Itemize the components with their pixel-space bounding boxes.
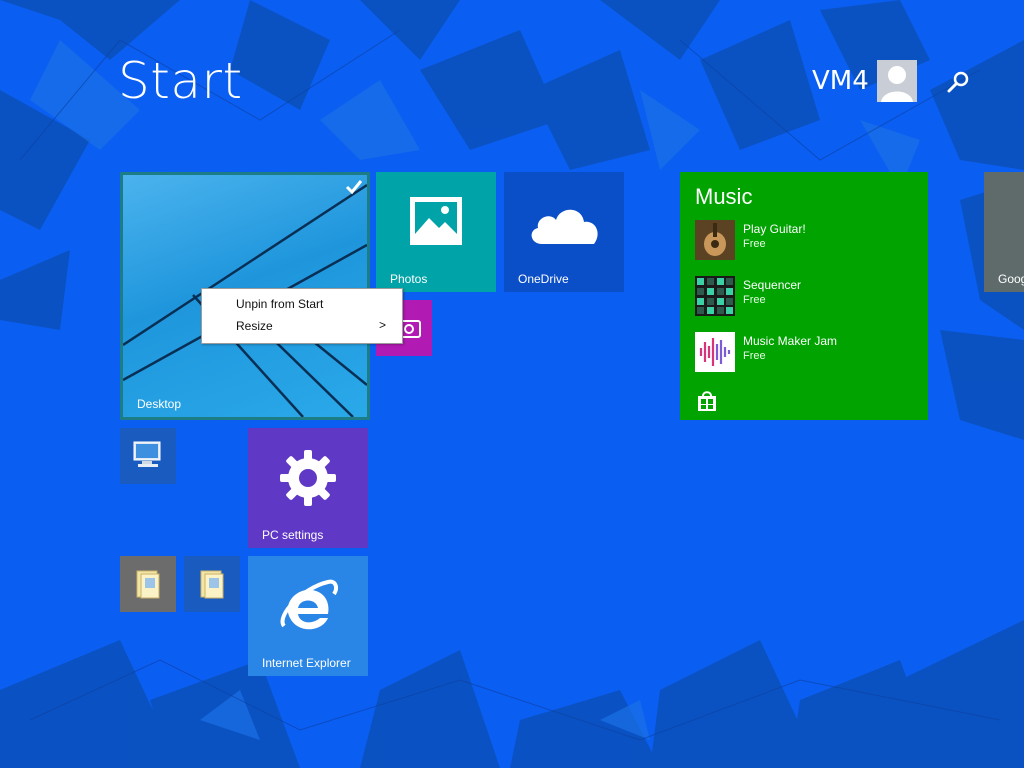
photos-tile[interactable]: Photos [376,172,496,292]
music-item-price: Free [743,294,766,306]
internet-explorer-tile[interactable]: Internet Explorer [248,556,368,676]
music-app-sequencer[interactable]: Sequencer Free [695,276,915,318]
computer-icon [133,441,161,467]
checkmark-icon [343,177,365,197]
folder-tile[interactable] [184,556,240,612]
gear-icon [280,450,336,506]
menu-item-unpin-from-start[interactable]: Unpin from Start [202,293,400,315]
guitar-icon [695,220,735,260]
music-item-name: Play Guitar! [743,222,806,236]
menu-item-resize[interactable]: Resize > [202,315,400,337]
google-tile[interactable]: Goog [984,172,1024,292]
onedrive-tile[interactable]: OneDrive [504,172,624,292]
internet-explorer-icon [280,579,338,630]
page-title: Start [118,52,243,110]
desktop-tile-label: Desktop [137,397,182,411]
folder-tile[interactable] [120,556,176,612]
tile-context-menu: Unpin from Start Resize > [201,288,403,344]
chevron-right-icon: > [378,318,386,332]
photos-tile-label: Photos [390,272,428,286]
music-app-play-guitar[interactable]: Play Guitar! Free [695,220,915,262]
music-tile-title: Music [695,184,753,209]
this-pc-tile[interactable] [120,428,176,484]
user-name[interactable]: VM4 [812,66,869,96]
google-tile-label: Goog [998,272,1024,286]
search-icon[interactable] [944,68,972,96]
sound-wave-icon [695,332,735,372]
music-item-price: Free [743,238,766,250]
user-avatar-icon[interactable] [877,60,917,102]
photos-icon [410,197,462,245]
store-icon [695,389,719,413]
internet-explorer-tile-label: Internet Explorer [262,656,351,670]
sequencer-grid-icon [695,276,735,316]
folder-icon [136,570,160,599]
pc-settings-tile[interactable]: PC settings [248,428,368,548]
music-app-music-maker-jam[interactable]: Music Maker Jam Free [695,332,915,374]
menu-item-label: Resize [236,319,273,333]
music-item-price: Free [743,350,766,362]
cloud-icon [531,209,598,244]
music-tile[interactable]: Music Play Guitar! Free Sequencer Free M… [680,172,928,420]
pc-settings-tile-label: PC settings [262,528,324,542]
onedrive-tile-label: OneDrive [518,272,569,286]
music-item-name: Music Maker Jam [743,334,838,348]
menu-item-label: Unpin from Start [236,297,324,311]
music-item-name: Sequencer [743,278,802,292]
folder-icon [200,570,224,599]
